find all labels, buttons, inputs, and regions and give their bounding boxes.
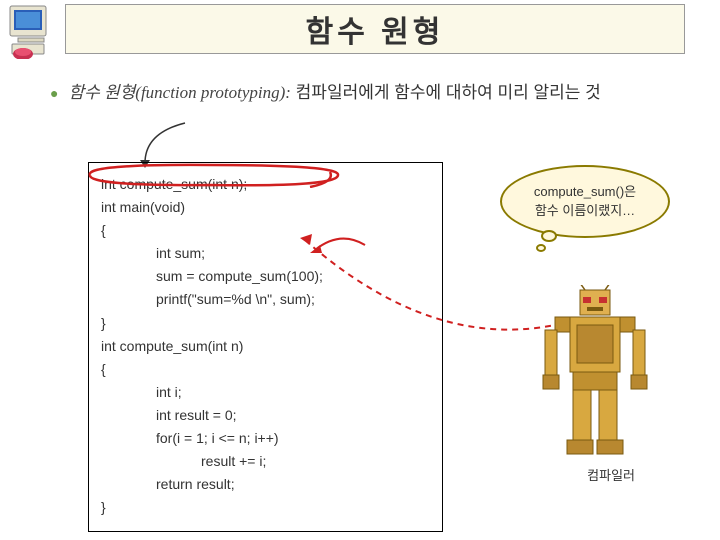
code-line: sum = compute_sum(100); [101, 265, 430, 288]
bubble-tail-icon [535, 230, 560, 255]
highlight-circle-icon [80, 162, 345, 188]
code-line: int result = 0; [101, 404, 430, 427]
speech-bubble: compute_sum()은 함수 이름이랬지… [500, 165, 675, 255]
code-line: int main(void) [101, 196, 430, 219]
computer-clipart-icon [8, 4, 56, 59]
code-line: { [101, 219, 430, 242]
code-line: printf("sum=%d \n", sum); [101, 288, 430, 311]
title-text: 함수 원형 [306, 7, 445, 51]
code-line: } [101, 496, 430, 519]
code-line: for(i = 1; i <= n; i++) [101, 427, 430, 450]
code-line: int sum; [101, 242, 430, 265]
code-line: return result; [101, 473, 430, 496]
code-example-box: int compute_sum(int n); int main(void) {… [88, 162, 443, 532]
bullet-text: 함수 원형(function prototyping): 컴파일러에게 함수에 … [68, 80, 600, 106]
code-line: { [101, 358, 430, 381]
code-line: int i; [101, 381, 430, 404]
code-line: int compute_sum(int n) [101, 335, 430, 358]
bullet-marker-icon: ● [50, 85, 58, 101]
bubble-line2: 함수 이름이랬지… [535, 203, 635, 218]
code-line: } [101, 312, 430, 335]
term: 함수 원형(function prototyping): [68, 83, 290, 102]
bullet-rest: 컴파일러에게 함수에 대하여 미리 알리는 것 [291, 83, 601, 102]
bubble-body: compute_sum()은 함수 이름이랬지… [500, 165, 670, 238]
robot-caption: 컴파일러 [587, 465, 635, 484]
code-line: result += i; [101, 450, 430, 473]
robot-icon [525, 285, 665, 465]
bullet-block: ● 함수 원형(function prototyping): 컴파일러에게 함수… [50, 80, 690, 106]
slide-title: 함수 원형 [65, 4, 685, 54]
bubble-line1: compute_sum()은 [534, 184, 636, 199]
